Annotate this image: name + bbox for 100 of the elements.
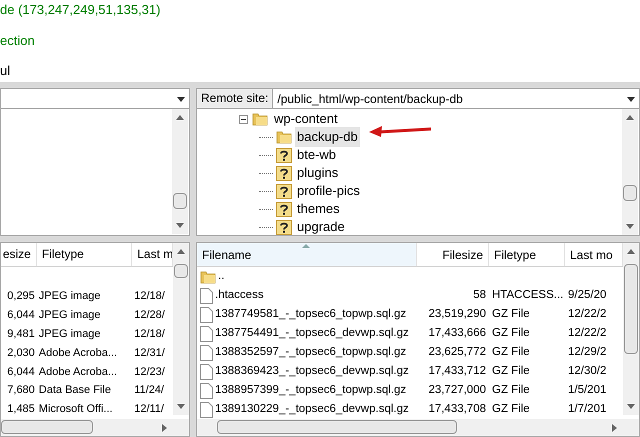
column-header[interactable]: Filename <box>197 243 417 266</box>
remote-path-field[interactable]: /public_html/wp-content/backup-db <box>273 89 639 108</box>
table-cell-text: 23,519,290 <box>428 306 486 322</box>
scroll-down-icon[interactable] <box>177 404 185 409</box>
table-cell-text: 12/30/2 <box>568 364 606 379</box>
table-cell-text: 12/28/ <box>134 308 165 323</box>
scroll-thumb[interactable] <box>174 264 188 278</box>
table-cell-text: 1/7/201 <box>568 402 606 417</box>
table-cell-text: 12/29/2 <box>568 344 606 360</box>
tree-item[interactable]: profile-pics <box>295 181 362 201</box>
vertical-scrollbar[interactable] <box>172 109 188 234</box>
table-cell-text: 7,680 <box>7 383 35 398</box>
table-cell-text: 1,485 <box>7 402 35 418</box>
table-cell-text: GZ File <box>492 344 530 360</box>
question-icon <box>276 184 292 198</box>
table-cell-text: GZ File <box>492 364 530 379</box>
scroll-thumb[interactable] <box>624 264 638 354</box>
table-cell-text: 23,727,000 <box>428 382 486 398</box>
file-icon <box>200 364 213 380</box>
scroll-thumb[interactable] <box>1 420 93 434</box>
file-icon <box>200 326 213 342</box>
file-icon <box>200 382 213 398</box>
table-cell-text: 9/25/20 <box>568 288 606 303</box>
table-cell-text: Adobe Acroba... <box>38 346 118 361</box>
table-cell-text: JPEG image <box>38 326 101 342</box>
table-cell-text: 2,030 <box>7 346 35 361</box>
folder-icon <box>200 270 216 284</box>
table-cell-text: JPEG image <box>38 308 101 323</box>
tree-item[interactable]: backup-db <box>295 127 360 147</box>
table-cell-text: GZ File <box>492 326 530 341</box>
question-icon <box>276 166 292 180</box>
table-cell-text: .. <box>218 268 224 284</box>
scroll-up-icon[interactable] <box>177 249 185 254</box>
table-cell-text: 6,044 <box>7 364 35 380</box>
table-cell-text: 1387754491_-_topsec6_devwp.sql.gz <box>215 326 409 341</box>
tree-item[interactable]: upgrade <box>295 217 347 237</box>
question-icon <box>276 220 292 234</box>
table-cell-text: JPEG image <box>38 288 101 304</box>
table-cell-text: HTACCESS... <box>492 288 564 303</box>
horizontal-scrollbar[interactable] <box>1 419 189 436</box>
table-cell-text: 9,481 <box>7 326 35 342</box>
scroll-thumb[interactable] <box>623 185 637 201</box>
scroll-down-icon[interactable] <box>627 404 635 409</box>
table-cell-text: 12/18/ <box>134 288 165 304</box>
table-cell-text: 11/24/ <box>134 383 164 398</box>
table-cell-text: 1387749581_-_topsec6_topwp.sql.gz <box>215 306 406 322</box>
table-cell-text: Microsoft Offi... <box>38 402 113 418</box>
table-cell-text: 12/18/ <box>134 326 165 342</box>
scroll-up-icon[interactable] <box>627 249 635 254</box>
remote-site-label: Remote site: <box>197 89 274 108</box>
table-cell-text: 17,433,708 <box>428 402 486 417</box>
table-cell-text: GZ File <box>492 306 530 322</box>
vertical-scrollbar[interactable] <box>622 109 638 235</box>
log-line: ul <box>0 62 12 80</box>
tree-item[interactable]: plugins <box>295 163 340 183</box>
scroll-up-icon[interactable] <box>176 115 184 120</box>
dropdown-caret-icon[interactable] <box>627 97 635 102</box>
column-header[interactable]: esize <box>1 243 37 266</box>
file-icon <box>200 344 213 360</box>
table-cell-text: Adobe Acroba... <box>38 364 118 380</box>
table-cell-text: 1388352597_-_topsec6_topwp.sql.gz <box>215 344 406 360</box>
table-cell-text: 12/31/ <box>134 346 165 361</box>
tree-item[interactable]: wp-content <box>272 109 340 129</box>
table-cell-text: .htaccess <box>215 288 264 303</box>
table-cell-text: 1/5/201 <box>568 382 606 398</box>
log-line: ection <box>0 32 36 50</box>
horizontal-scrollbar[interactable] <box>197 419 639 436</box>
table-cell-text: 1388369423_-_topsec6_devwp.sql.gz <box>215 364 409 379</box>
table-cell-text: 17,433,666 <box>428 326 486 341</box>
table-cell-text: GZ File <box>492 402 530 417</box>
vertical-scrollbar[interactable] <box>173 243 189 415</box>
table-cell-text: GZ File <box>492 382 530 398</box>
dropdown-caret-icon[interactable] <box>177 97 185 102</box>
table-cell-text: 23,625,772 <box>428 344 486 360</box>
file-icon <box>200 288 213 304</box>
table-cell-text: 12/23/ <box>134 364 165 380</box>
scroll-down-icon[interactable] <box>176 223 184 228</box>
scroll-thumb[interactable] <box>173 193 187 209</box>
table-cell-text: 6,044 <box>7 308 35 323</box>
table-cell-text: 12/22/2 <box>568 326 606 341</box>
table-cell-text: 12/22/2 <box>568 306 606 322</box>
scroll-right-icon[interactable] <box>612 424 617 432</box>
collapse-icon[interactable] <box>239 114 248 124</box>
file-icon <box>200 306 213 322</box>
folder-icon <box>276 130 292 144</box>
table-cell-text: 1389130229_-_topsec6_devwp.sql.gz <box>215 402 409 417</box>
scroll-thumb[interactable] <box>217 420 457 434</box>
vertical-scrollbar[interactable] <box>623 243 639 415</box>
question-icon <box>276 202 292 216</box>
scroll-right-icon[interactable] <box>162 424 167 432</box>
tree-item[interactable]: bte-wb <box>295 145 338 165</box>
log-line: de (173,247,249,51,135,31) <box>0 1 162 19</box>
table-cell-text: 1388957399_-_topsec6_topwp.sql.gz <box>215 382 406 398</box>
scroll-down-icon[interactable] <box>626 224 634 229</box>
scroll-up-icon[interactable] <box>626 115 634 120</box>
table-cell-text: 58 <box>473 288 486 303</box>
folder-icon <box>252 112 268 126</box>
question-icon <box>276 148 292 162</box>
table-cell-text: 17,433,712 <box>428 364 486 379</box>
tree-item[interactable]: themes <box>295 199 342 219</box>
